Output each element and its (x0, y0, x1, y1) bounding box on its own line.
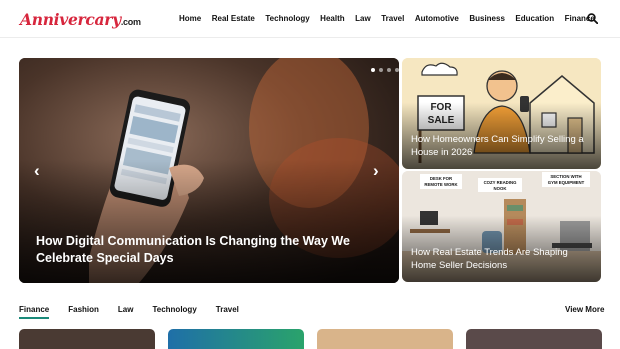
nav-item-automotive[interactable]: Automotive (415, 14, 459, 23)
tab-travel[interactable]: Travel (216, 305, 239, 319)
nav-item-real-estate[interactable]: Real Estate (212, 14, 255, 23)
article-card[interactable]: DESK FOR REMOTE WORK COZY READING NOOK S… (402, 171, 601, 282)
chevron-right-icon[interactable]: › (373, 162, 379, 179)
logo-text: Annivercary (20, 10, 121, 29)
site-header: Annivercary.com Home Real Estate Technol… (0, 0, 620, 38)
tab-law[interactable]: Law (118, 305, 134, 319)
nav-item-technology[interactable]: Technology (265, 14, 309, 23)
featured-slider[interactable]: ‹ › How Digital Communication Is Changin… (19, 58, 399, 283)
article-card[interactable]: FOR SALE How Homeowners Can Simplify Sel… (402, 58, 601, 169)
chevron-left-icon[interactable]: ‹ (34, 162, 40, 179)
slider-dot[interactable] (395, 68, 399, 72)
search-icon[interactable] (587, 13, 598, 24)
tab-technology[interactable]: Technology (152, 305, 196, 319)
site-logo[interactable]: Annivercary.com (20, 10, 141, 29)
article-thumbnail[interactable] (19, 329, 155, 349)
logo-tld: .com (120, 17, 141, 27)
view-more-link[interactable]: View More (565, 305, 604, 314)
tab-finance[interactable]: Finance (19, 305, 50, 319)
slide-title[interactable]: How Digital Communication Is Changing th… (36, 233, 366, 267)
slider-dot[interactable] (387, 68, 391, 72)
nav-item-education[interactable]: Education (515, 14, 554, 23)
article-thumbnail[interactable] (168, 329, 304, 349)
slider-dot[interactable] (371, 68, 375, 72)
tab-fashion[interactable]: Fashion (68, 305, 99, 319)
card-title[interactable]: How Real Estate Trends Are Shaping Home … (411, 247, 591, 272)
nav-item-business[interactable]: Business (469, 14, 505, 23)
article-thumbnail[interactable] (466, 329, 602, 349)
nav-item-health[interactable]: Health (320, 14, 344, 23)
category-tabs: Finance Fashion Law Technology Travel (19, 305, 258, 319)
slider-dot[interactable] (379, 68, 383, 72)
nav-item-home[interactable]: Home (179, 14, 201, 23)
nav-item-travel[interactable]: Travel (381, 14, 404, 23)
slider-dots (371, 68, 399, 72)
main-nav: Home Real Estate Technology Health Law T… (179, 14, 605, 23)
nav-item-law[interactable]: Law (355, 14, 371, 23)
card-title[interactable]: How Homeowners Can Simplify Selling a Ho… (411, 134, 591, 159)
article-thumbnail[interactable] (317, 329, 453, 349)
